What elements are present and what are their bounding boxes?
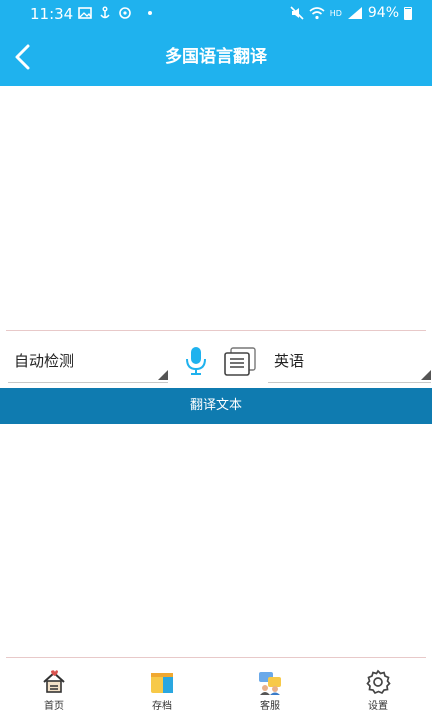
- dropdown-arrow-icon: [158, 370, 168, 380]
- sync-icon: [119, 7, 131, 19]
- nav-item-archive[interactable]: 存档: [132, 669, 192, 713]
- wifi-icon: [309, 7, 325, 20]
- customer-service-icon: [259, 672, 281, 695]
- microphone-button[interactable]: [184, 346, 208, 376]
- page-title: 多国语言翻译: [165, 47, 267, 67]
- battery-icon: [404, 6, 412, 20]
- language-row: 自动检测 英语: [0, 336, 432, 386]
- target-language-select[interactable]: 英语: [268, 336, 431, 383]
- nav-item-customer-service[interactable]: 客服: [240, 669, 300, 713]
- translate-button[interactable]: 翻译文本: [0, 388, 432, 424]
- anchor-icon: [100, 6, 110, 19]
- nav-label-archive: 存档: [152, 701, 172, 712]
- microphone-icon: [186, 347, 206, 375]
- notification-icons: [78, 6, 152, 20]
- status-time: 11:34: [30, 5, 74, 23]
- image-icon: [78, 7, 92, 19]
- nav-item-settings[interactable]: 设置: [348, 669, 408, 713]
- status-bar: 11:34 HD 94%: [0, 0, 432, 28]
- mute-icon: [290, 6, 304, 20]
- dropdown-arrow-icon: [421, 370, 431, 380]
- source-text-input[interactable]: [6, 88, 426, 331]
- nav-item-home[interactable]: 首页: [24, 669, 84, 713]
- app-header: 多国语言翻译: [0, 28, 432, 86]
- folder-icon: [151, 673, 173, 693]
- copy-button[interactable]: [222, 346, 258, 378]
- signal-icon: [347, 7, 362, 19]
- nav-label-customer-service: 客服: [260, 701, 280, 712]
- bottom-nav: 首页 存档 客服 设置: [0, 665, 432, 720]
- network-type: HD: [329, 8, 342, 18]
- copy-icon: [224, 347, 256, 376]
- target-language-label: 英语: [274, 352, 305, 370]
- chevron-left-icon: [15, 44, 30, 70]
- back-button[interactable]: [6, 39, 42, 75]
- battery-percent: 94%: [367, 5, 399, 21]
- home-icon: [43, 670, 65, 693]
- translation-result: [6, 424, 426, 658]
- system-status: HD 94%: [290, 5, 412, 21]
- more-notifications-dot: [148, 11, 152, 15]
- nav-label-home: 首页: [44, 701, 64, 712]
- source-language-label: 自动检测: [14, 352, 75, 370]
- nav-label-settings: 设置: [368, 701, 388, 712]
- gear-icon: [366, 669, 391, 695]
- source-language-select[interactable]: 自动检测: [8, 336, 168, 383]
